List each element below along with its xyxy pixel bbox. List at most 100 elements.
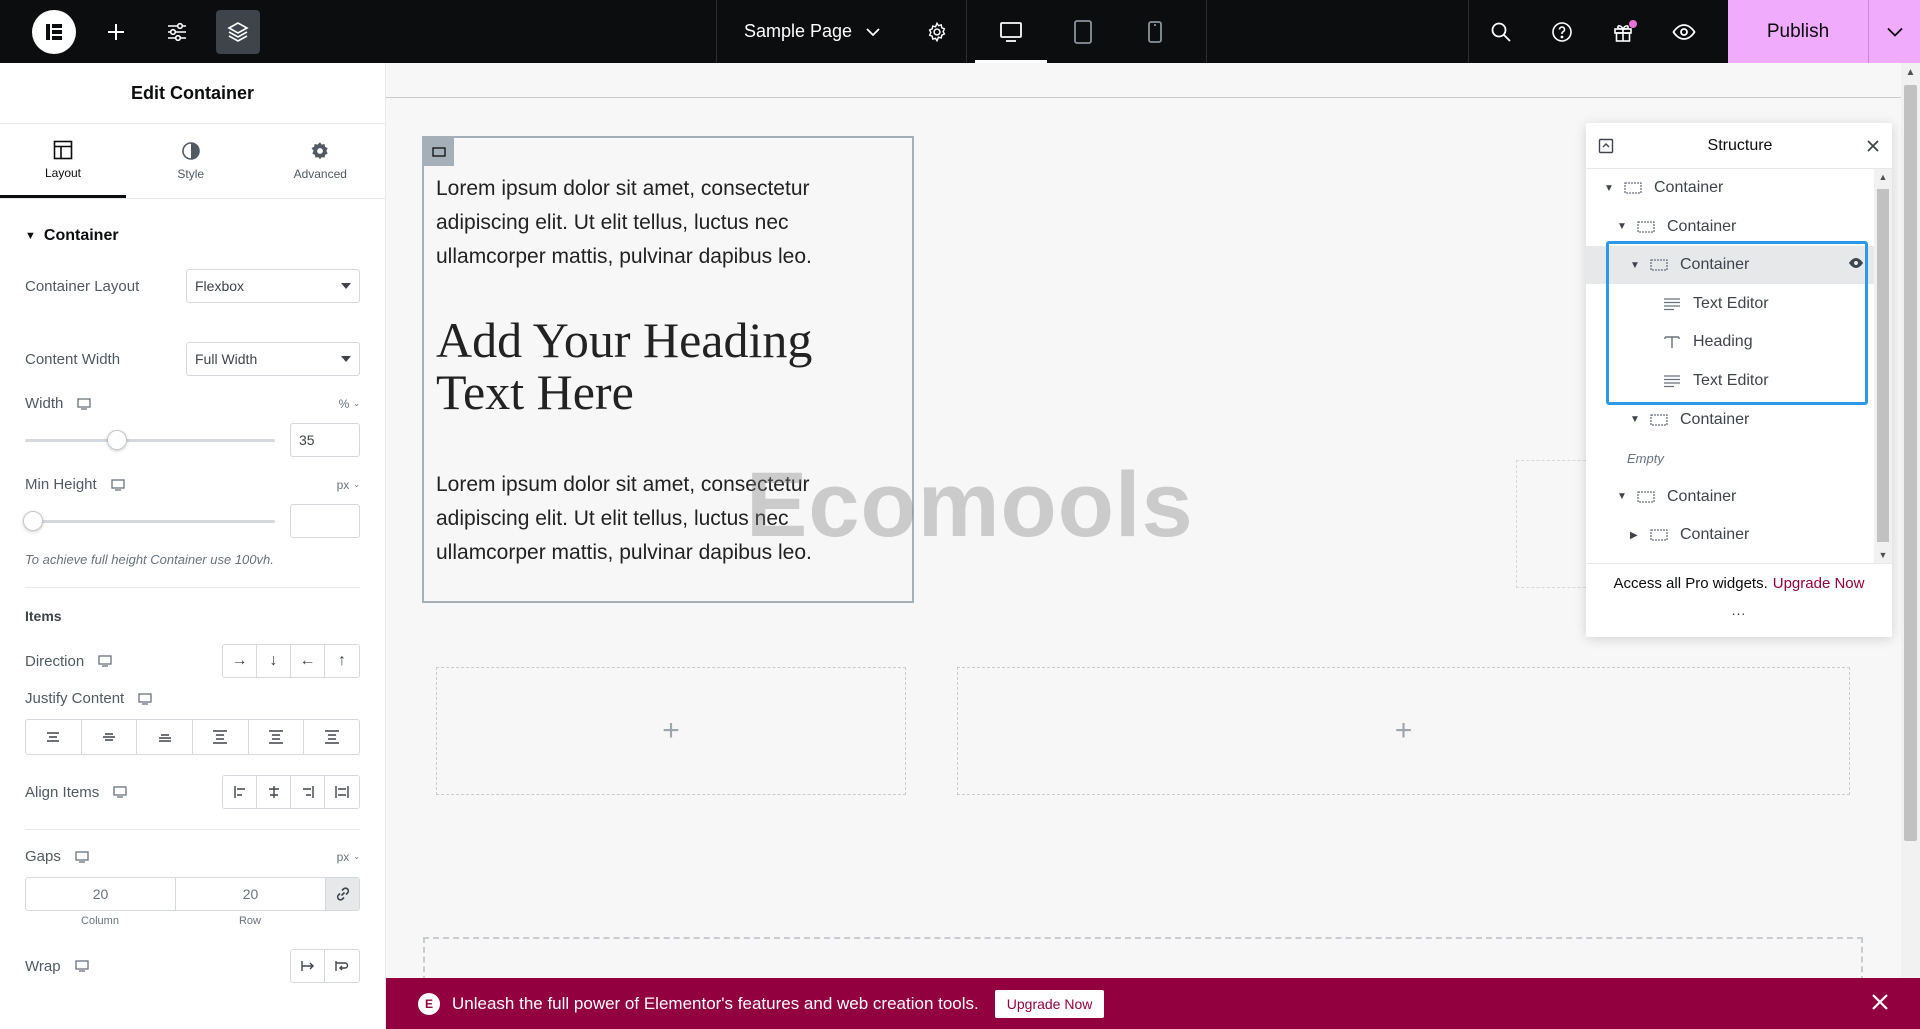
scroll-down-arrow-icon[interactable]: ▼ — [1874, 550, 1892, 560]
tab-advanced[interactable]: Advanced — [256, 124, 386, 198]
justify-end-button[interactable] — [137, 720, 194, 754]
notification-dot — [1629, 19, 1637, 28]
preview-button[interactable] — [1662, 10, 1706, 54]
structure-item-container[interactable]: ▶Container — [1586, 555, 1874, 563]
upgrade-now-link[interactable]: Upgrade Now — [1773, 575, 1865, 592]
caret-down-icon[interactable]: ▼ — [1617, 491, 1629, 502]
add-section-dropzone[interactable] — [423, 937, 1863, 982]
align-center-button[interactable] — [257, 776, 291, 808]
top-bar-left — [0, 0, 716, 63]
empty-column-dropzone[interactable]: + — [957, 667, 1850, 795]
width-input[interactable]: 35 — [290, 423, 360, 457]
justify-space-evenly-button[interactable] — [304, 720, 359, 754]
structure-item-text[interactable]: Text Editor — [1586, 362, 1874, 400]
page-settings-button[interactable] — [907, 0, 967, 63]
caret-down-icon[interactable]: ▼ — [1630, 414, 1642, 425]
direction-row-button[interactable]: → — [223, 645, 257, 677]
search-button[interactable] — [1479, 10, 1523, 54]
scrollbar-thumb[interactable] — [1877, 189, 1889, 542]
wrap-button[interactable] — [325, 950, 359, 982]
gaps-unit-select[interactable]: px ⌄ — [337, 850, 360, 864]
width-slider[interactable] — [25, 430, 275, 450]
structure-button[interactable] — [216, 9, 260, 54]
container-outline — [1516, 460, 1596, 588]
justify-start-button[interactable] — [26, 720, 82, 754]
min-height-slider[interactable] — [23, 511, 275, 531]
mobile-view-button[interactable] — [1119, 0, 1191, 63]
gap-column-input[interactable]: 20 — [26, 878, 176, 910]
tab-style[interactable]: Style — [126, 124, 256, 198]
eye-icon[interactable] — [1848, 256, 1864, 274]
desktop-icon[interactable] — [75, 850, 89, 863]
more-dots[interactable]: ... — [1586, 603, 1892, 617]
direction-row-reverse-button[interactable]: ← — [291, 645, 325, 677]
caret-down-icon[interactable]: ▼ — [1604, 183, 1616, 194]
section-toggle-container[interactable]: ▼ Container — [0, 219, 385, 253]
text-editor-widget[interactable]: Lorem ipsum dolor sit amet, consectetur … — [436, 468, 896, 570]
gap-row-input[interactable]: 20 — [176, 878, 326, 910]
elementor-logo-icon[interactable] — [32, 9, 76, 54]
heading-widget[interactable]: Add Your Heading Text Here — [436, 314, 896, 418]
justify-center-button[interactable] — [82, 720, 138, 754]
dock-icon[interactable] — [1598, 138, 1614, 154]
desktop-icon[interactable] — [77, 397, 91, 410]
caret-down-icon[interactable]: ▼ — [1617, 221, 1629, 232]
structure-item-container[interactable]: ▼ Container — [1586, 401, 1874, 439]
page-select[interactable]: Sample Page — [717, 0, 907, 63]
site-settings-button[interactable] — [155, 10, 199, 54]
structure-item-heading[interactable]: Heading — [1586, 323, 1874, 361]
unit-value: px — [336, 849, 350, 864]
desktop-view-button[interactable] — [975, 0, 1047, 63]
canvas-scrollbar[interactable]: ▲ — [1901, 63, 1920, 978]
control-label: Justify Content — [25, 690, 125, 707]
structure-item-container[interactable]: ▼ Container — [1586, 169, 1874, 207]
min-height-unit-select[interactable]: px ⌄ — [337, 478, 360, 492]
desktop-icon[interactable] — [113, 786, 127, 798]
scroll-up-arrow-icon[interactable]: ▲ — [1874, 172, 1892, 182]
text-editor-widget[interactable]: Lorem ipsum dolor sit amet, consectetur … — [436, 172, 896, 274]
scrollbar-thumb[interactable] — [1904, 85, 1917, 841]
content-width-select[interactable]: Full Width — [186, 342, 360, 376]
close-icon[interactable] — [1866, 139, 1880, 153]
structure-item-container[interactable]: ▼ Container — [1586, 208, 1874, 246]
direction-column-reverse-button[interactable]: ↑ — [325, 645, 359, 677]
width-unit-select[interactable]: % ⌄ — [339, 397, 360, 411]
align-stretch-button[interactable] — [325, 776, 359, 808]
no-wrap-button[interactable] — [291, 950, 325, 982]
publish-options-button[interactable] — [1868, 0, 1920, 63]
min-height-input[interactable] — [290, 504, 360, 538]
structure-item-container[interactable]: ▶Container — [1586, 516, 1874, 554]
selected-container[interactable]: Lorem ipsum dolor sit amet, consectetur … — [422, 136, 914, 603]
desktop-icon[interactable] — [138, 692, 152, 705]
direction-column-button[interactable]: ↓ — [257, 645, 291, 677]
desktop-icon[interactable] — [98, 655, 112, 667]
whats-new-button[interactable] — [1601, 10, 1645, 54]
link-values-button[interactable] — [326, 878, 359, 910]
justify-space-between-button[interactable] — [193, 720, 249, 754]
add-element-button[interactable] — [94, 10, 138, 54]
slider-handle[interactable] — [23, 511, 43, 531]
desktop-icon[interactable] — [111, 478, 125, 491]
caret-down-icon[interactable]: ▼ — [1630, 260, 1642, 271]
scroll-up-arrow-icon[interactable]: ▲ — [1901, 67, 1920, 78]
container-layout-select[interactable]: Flexbox — [186, 269, 360, 303]
structure-item-text[interactable]: Text Editor — [1586, 285, 1874, 323]
container-handle[interactable] — [424, 138, 454, 166]
tab-layout[interactable]: Layout — [0, 124, 126, 198]
structure-scrollbar[interactable]: ▲ ▼ — [1874, 169, 1892, 563]
style-icon — [181, 142, 200, 160]
desktop-icon[interactable] — [74, 960, 89, 972]
justify-space-around-button[interactable] — [249, 720, 305, 754]
align-end-button[interactable] — [291, 776, 325, 808]
structure-item-container[interactable]: ▼ Container — [1586, 246, 1874, 285]
tablet-view-button[interactable] — [1047, 0, 1119, 63]
structure-item-container[interactable]: ▼ Container — [1586, 478, 1874, 516]
caret-right-icon[interactable]: ▶ — [1630, 530, 1642, 541]
close-icon[interactable] — [1870, 992, 1890, 1012]
empty-column-dropzone[interactable]: + — [436, 667, 906, 795]
publish-button[interactable]: Publish — [1728, 0, 1868, 63]
banner-upgrade-button[interactable]: Upgrade Now — [994, 989, 1105, 1018]
help-button[interactable] — [1540, 10, 1584, 54]
align-start-button[interactable] — [223, 776, 257, 808]
slider-handle[interactable] — [106, 430, 127, 450]
